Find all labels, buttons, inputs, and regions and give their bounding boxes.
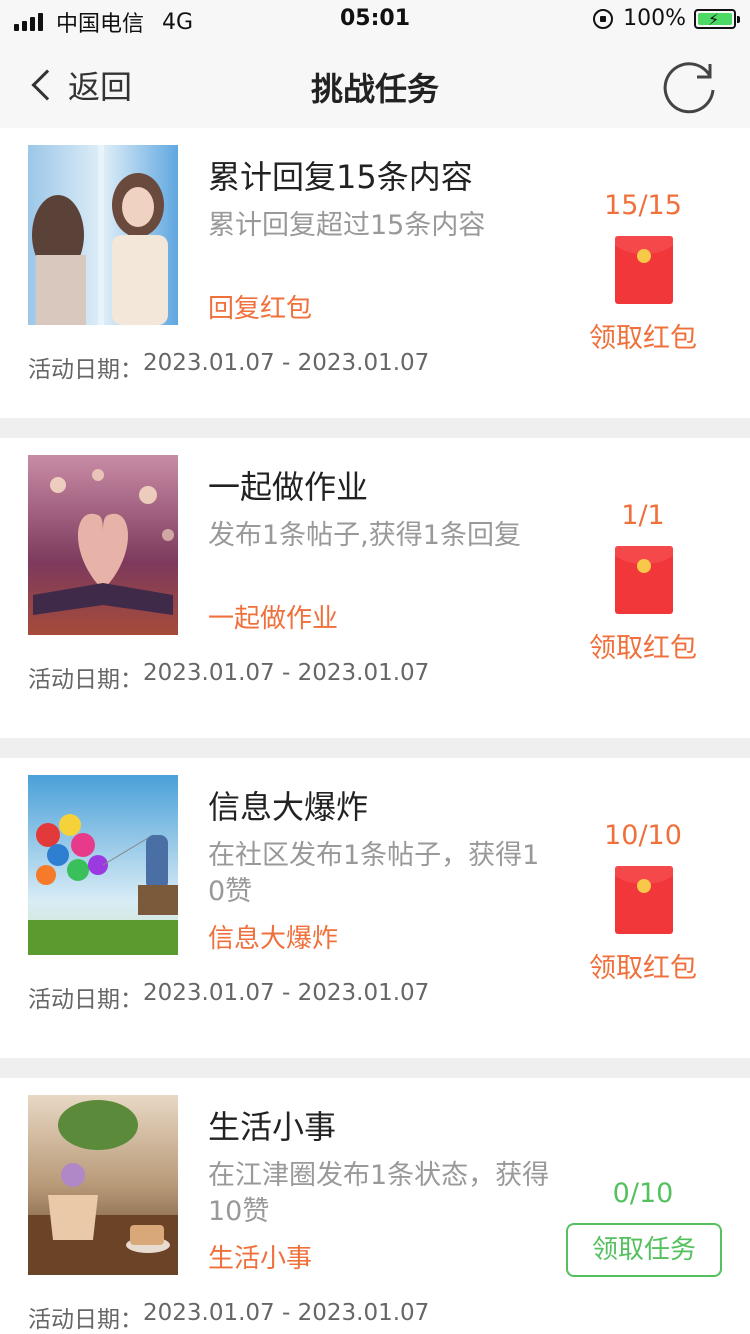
battery-percent: 100% <box>623 6 686 31</box>
status-right: 100% ⚡ <box>593 6 740 31</box>
task-title: 信息大爆炸 <box>208 788 369 826</box>
task-title: 累计回复15条内容 <box>208 158 473 196</box>
task-thumbnail <box>28 775 178 955</box>
date-label: 活动日期： <box>28 667 143 693</box>
task-description: 在社区发布1条帖子，获得10赞 <box>208 840 540 907</box>
task-tag: 回复红包 <box>208 294 313 324</box>
task-card: 一起做作业 发布1条帖子,获得1条回复 一起做作业 活动日期： 2023.01.… <box>0 438 750 738</box>
rotation-lock-icon <box>593 8 614 29</box>
claim-hongbao-button[interactable]: 领取红包 <box>568 316 718 355</box>
red-envelope-icon[interactable] <box>615 236 673 304</box>
task-thumbnail <box>28 455 178 635</box>
activity-date: 活动日期： 2023.01.07 - 2023.01.07 <box>28 660 429 694</box>
claim-hongbao-button[interactable]: 领取红包 <box>568 946 718 985</box>
date-label: 活动日期： <box>28 1307 143 1333</box>
task-description: 累计回复超过15条内容 <box>208 210 486 241</box>
task-title: 一起做作业 <box>208 468 369 506</box>
page-title: 挑战任务 <box>310 70 439 108</box>
refresh-icon <box>663 62 715 114</box>
task-thumbnail <box>28 1095 178 1275</box>
date-label: 活动日期： <box>28 987 143 1013</box>
activity-date: 活动日期： 2023.01.07 - 2023.01.07 <box>28 350 429 384</box>
red-envelope-icon[interactable] <box>615 866 673 934</box>
task-tag: 信息大爆炸 <box>208 924 339 954</box>
task-card: 生活小事 在江津圈发布1条状态，获得10赞 生活小事 活动日期： 2023.01… <box>0 1078 750 1334</box>
activity-date: 活动日期： 2023.01.07 - 2023.01.07 <box>28 1300 429 1334</box>
nav-bar: 返回 挑战任务 <box>0 40 750 128</box>
task-progress: 1/1 <box>621 500 665 531</box>
task-tag: 一起做作业 <box>208 604 339 634</box>
task-progress: 10/10 <box>604 820 682 851</box>
date-range: 2023.01.07 - 2023.01.07 <box>143 980 430 1006</box>
date-label: 活动日期： <box>28 357 143 383</box>
status-bar: 中国电信 4G 05:01 100% ⚡ <box>0 0 750 40</box>
task-description: 发布1条帖子,获得1条回复 <box>208 520 521 551</box>
date-range: 2023.01.07 - 2023.01.07 <box>143 660 430 686</box>
red-envelope-icon[interactable] <box>615 546 673 614</box>
task-thumbnail <box>28 145 178 325</box>
activity-date: 活动日期： 2023.01.07 - 2023.01.07 <box>28 980 429 1014</box>
task-title: 生活小事 <box>208 1108 337 1146</box>
task-card: 信息大爆炸 在社区发布1条帖子，获得10赞 信息大爆炸 活动日期： 2023.0… <box>0 758 750 1058</box>
task-tag: 生活小事 <box>208 1244 313 1274</box>
date-range: 2023.01.07 - 2023.01.07 <box>143 1300 430 1326</box>
task-description: 在江津圈发布1条状态，获得10赞 <box>208 1160 550 1227</box>
refresh-button[interactable] <box>660 54 720 114</box>
task-progress: 0/10 <box>612 1178 674 1209</box>
date-range: 2023.01.07 - 2023.01.07 <box>143 350 430 376</box>
claim-task-button[interactable]: 领取任务 <box>566 1223 722 1277</box>
claim-hongbao-button[interactable]: 领取红包 <box>568 626 718 665</box>
battery-icon: ⚡ <box>694 8 740 29</box>
task-progress: 15/15 <box>604 190 682 221</box>
task-card: 累计回复15条内容 累计回复超过15条内容 回复红包 活动日期： 2023.01… <box>0 128 750 418</box>
